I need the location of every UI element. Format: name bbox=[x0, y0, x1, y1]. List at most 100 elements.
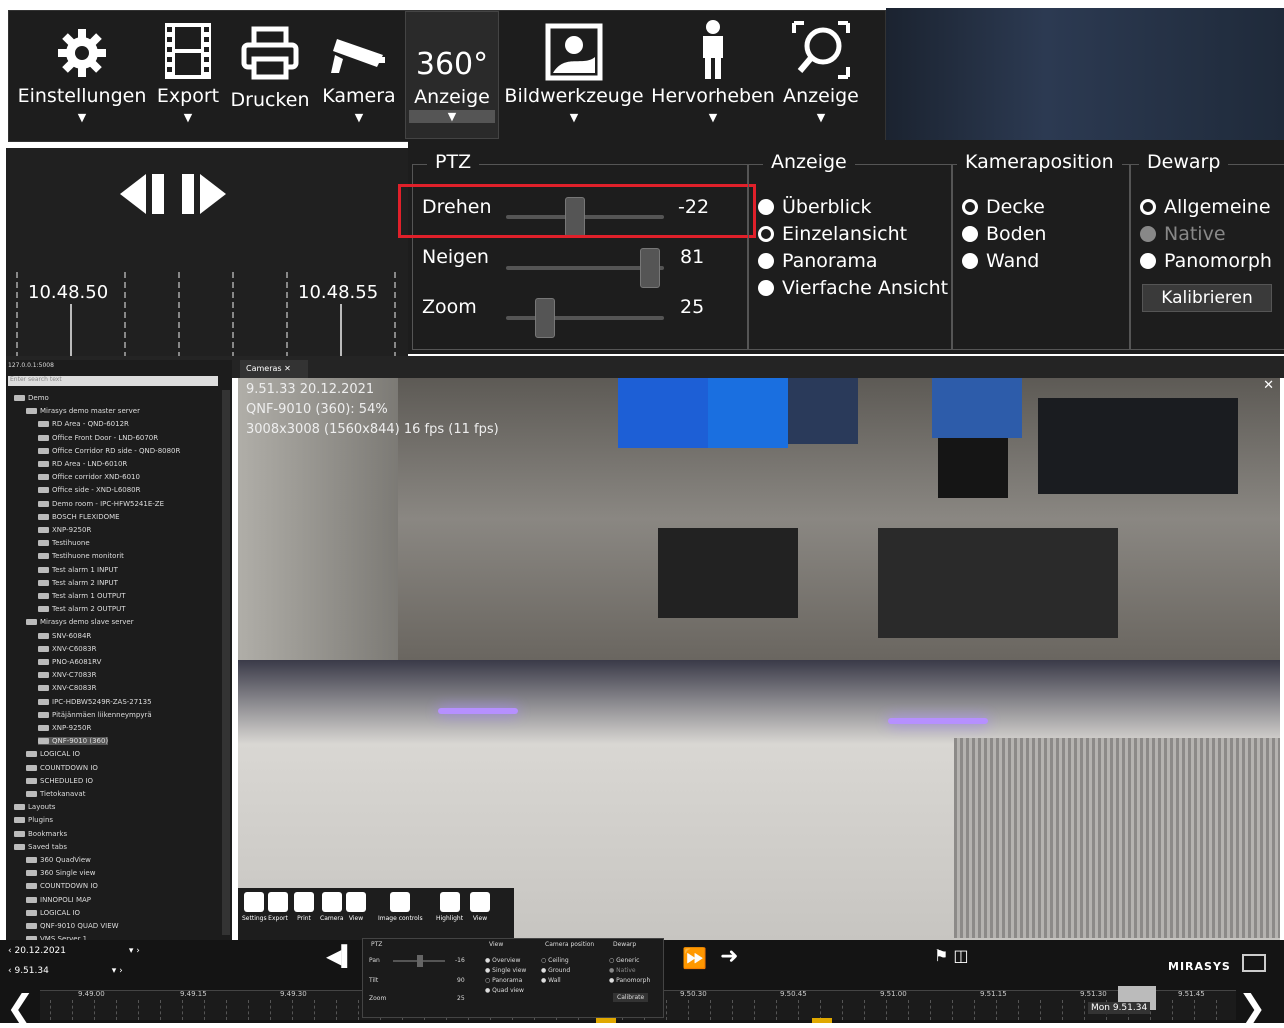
camera-label: Kamera bbox=[322, 85, 396, 107]
time-selector[interactable]: ‹ 9.51.34 ▾ › bbox=[8, 966, 123, 976]
tree-item[interactable]: XNP-9250R bbox=[38, 526, 91, 534]
step-back-icon[interactable]: ◀▍ bbox=[326, 944, 357, 968]
camera-button[interactable]: Kamera ▼ bbox=[317, 11, 401, 139]
tree-item[interactable]: Demo bbox=[14, 394, 49, 402]
mini-pan-slider[interactable] bbox=[417, 955, 423, 967]
export-button[interactable]: Export ▼ bbox=[155, 11, 221, 139]
scroll-left-icon[interactable]: ❮ bbox=[6, 988, 35, 1028]
mini-toolbar-button[interactable]: Highlight bbox=[436, 892, 463, 922]
tree-item[interactable]: INNOPOLI MAP bbox=[26, 896, 91, 904]
timeline-tick bbox=[710, 1000, 711, 1020]
dewarp-panomorph-radio[interactable]: Panomorph bbox=[1140, 250, 1272, 272]
tree-item[interactable]: COUNTDOWN IO bbox=[26, 882, 98, 890]
tree-item[interactable]: COUNTDOWN IO bbox=[26, 764, 98, 772]
tree-item[interactable]: 360 Single view bbox=[26, 869, 95, 877]
tree-item[interactable]: LOGICAL IO bbox=[26, 750, 80, 758]
view-360-button[interactable]: 360° Anzeige ▼ bbox=[405, 11, 499, 139]
image-tools-button[interactable]: Bildwerkzeuge ▼ bbox=[504, 11, 644, 139]
tree-item[interactable]: QNF-9010 (360) bbox=[38, 737, 109, 746]
mini-toolbar-button[interactable]: Camera bbox=[320, 892, 344, 922]
layout-icon[interactable] bbox=[1242, 954, 1266, 972]
tree-item-label: Office corridor XND-6010 bbox=[52, 473, 140, 482]
tree-item[interactable]: Bookmarks bbox=[14, 830, 67, 838]
tree-item[interactable]: Tietokanavat bbox=[26, 790, 85, 798]
date-selector[interactable]: ‹ 20.12.2021 ▾ › bbox=[8, 946, 140, 956]
tree-item[interactable]: Office Corridor RD side - QND-8080R bbox=[38, 447, 180, 455]
tree-item[interactable]: Pitäjänmäen liikenneympyrä bbox=[38, 711, 152, 719]
mini-toolbar-button[interactable]: Export bbox=[268, 892, 288, 922]
calibrate-button[interactable]: Kalibrieren bbox=[1142, 284, 1272, 312]
view-panorama-radio[interactable]: Panorama bbox=[758, 250, 878, 272]
print-button[interactable]: Drucken bbox=[227, 11, 313, 139]
tilt-slider[interactable] bbox=[640, 248, 660, 288]
zoom-slider[interactable] bbox=[535, 298, 555, 338]
tree-item[interactable]: BOSCH FLEXIDOME bbox=[38, 513, 120, 521]
tree-item[interactable]: Demo room - IPC-HFW5241E-ZE bbox=[38, 500, 164, 508]
step-buttons[interactable] bbox=[116, 170, 226, 218]
export-label: Export bbox=[156, 85, 220, 107]
dewarp-native-radio[interactable]: Native bbox=[1140, 223, 1226, 245]
camera-video-view[interactable]: 9.51.33 20.12.2021 QNF-9010 (360): 54% 3… bbox=[238, 378, 1280, 940]
timeline-ruler[interactable]: 10.48.50 10.48.55 bbox=[6, 266, 408, 358]
tree-item[interactable]: Testihuone bbox=[38, 539, 90, 547]
tree-item[interactable]: Plugins bbox=[14, 816, 53, 824]
tree-item[interactable]: 360 QuadView bbox=[26, 856, 91, 864]
tree-item[interactable]: Office corridor XND-6010 bbox=[38, 473, 140, 481]
timeline-tick-label: 9.51.15 bbox=[980, 990, 1007, 998]
position-ceiling-radio[interactable]: Decke bbox=[962, 196, 1045, 218]
bookmark-icon[interactable]: ⚑ ◫ bbox=[934, 946, 969, 965]
chevron-down-icon: ▼ bbox=[816, 111, 826, 124]
tree-item[interactable]: PNO-A6081RV bbox=[38, 658, 101, 666]
tree-item[interactable]: Office Front Door - LND-6070R bbox=[38, 434, 158, 442]
position-wall-radio[interactable]: Wand bbox=[962, 250, 1039, 272]
tree-item[interactable]: RD Area - QND-6012R bbox=[38, 420, 129, 428]
highlight-button[interactable]: Hervorheben ▼ bbox=[651, 11, 775, 139]
tree-item[interactable]: Mirasys demo master server bbox=[26, 407, 140, 415]
mini-calibrate-button[interactable]: Calibrate bbox=[613, 993, 649, 1002]
jump-forward-icon[interactable]: ➜ bbox=[720, 944, 738, 969]
film-icon bbox=[165, 23, 211, 79]
tree-item[interactable]: IPC-HDBW5249R-ZAS-27135 bbox=[38, 698, 152, 706]
tree-item[interactable]: Test alarm 1 INPUT bbox=[38, 566, 118, 574]
dewarp-generic-radio[interactable]: Allgemeine bbox=[1140, 196, 1271, 218]
timeline-tick bbox=[886, 1000, 887, 1020]
tree-item[interactable]: Test alarm 1 OUTPUT bbox=[38, 592, 126, 600]
tree-item-label: XNV-C7083R bbox=[52, 671, 97, 680]
tree-item[interactable]: Layouts bbox=[14, 803, 55, 811]
tree-item[interactable]: XNV-C6083R bbox=[38, 645, 97, 653]
settings-button[interactable]: Einstellungen ▼ bbox=[15, 11, 149, 139]
tree-item[interactable]: XNV-C7083R bbox=[38, 671, 97, 679]
mini-toolbar-button[interactable]: Settings bbox=[242, 892, 267, 922]
tree-item[interactable]: XNP-9250R bbox=[38, 724, 91, 732]
tree-item[interactable]: Office side - XND-L6080R bbox=[38, 486, 141, 494]
tree-item[interactable]: Test alarm 2 OUTPUT bbox=[38, 605, 126, 613]
tree-item[interactable]: RD Area - LND-6010R bbox=[38, 460, 127, 468]
view-quad-radio[interactable]: Vierfache Ansicht bbox=[758, 277, 948, 299]
view-button[interactable]: Anzeige ▼ bbox=[779, 11, 863, 139]
timeline-tick bbox=[776, 1000, 777, 1020]
tree-item[interactable]: Saved tabs bbox=[14, 843, 67, 851]
tab-cameras[interactable]: Cameras ✕ bbox=[240, 360, 308, 378]
tree-search-input[interactable]: Enter search text bbox=[8, 376, 218, 386]
mini-toolbar-button[interactable]: Print bbox=[294, 892, 314, 922]
mini-toolbar-button[interactable]: View bbox=[470, 892, 490, 922]
scroll-right-icon[interactable]: ❯ bbox=[1238, 988, 1267, 1028]
desk bbox=[658, 528, 798, 618]
mini-toolbar-button[interactable]: Image controls bbox=[378, 892, 423, 922]
view-overview-radio[interactable]: Überblick bbox=[758, 196, 872, 218]
tree-item[interactable]: Mirasys demo slave server bbox=[26, 618, 134, 626]
tree-item[interactable]: Testihuone monitorit bbox=[38, 552, 124, 560]
close-icon[interactable]: ✕ bbox=[1263, 378, 1274, 393]
tree-scrollbar[interactable] bbox=[222, 390, 230, 935]
fast-forward-icon[interactable]: ⏩ bbox=[682, 946, 707, 970]
tree-item[interactable]: SNV-6084R bbox=[38, 632, 91, 640]
view-single-radio[interactable]: Einzelansicht bbox=[758, 223, 907, 245]
tree-item[interactable]: LOGICAL IO bbox=[26, 909, 80, 917]
tree-item[interactable]: Test alarm 2 INPUT bbox=[38, 579, 118, 587]
timeline-tick bbox=[1040, 1000, 1041, 1020]
position-ground-radio[interactable]: Boden bbox=[962, 223, 1046, 245]
tree-item[interactable]: QNF-9010 QUAD VIEW bbox=[26, 922, 119, 930]
mini-toolbar-button[interactable]: View bbox=[346, 892, 366, 922]
tree-item[interactable]: SCHEDULED IO bbox=[26, 777, 93, 785]
tree-item[interactable]: XNV-C8083R bbox=[38, 684, 97, 692]
